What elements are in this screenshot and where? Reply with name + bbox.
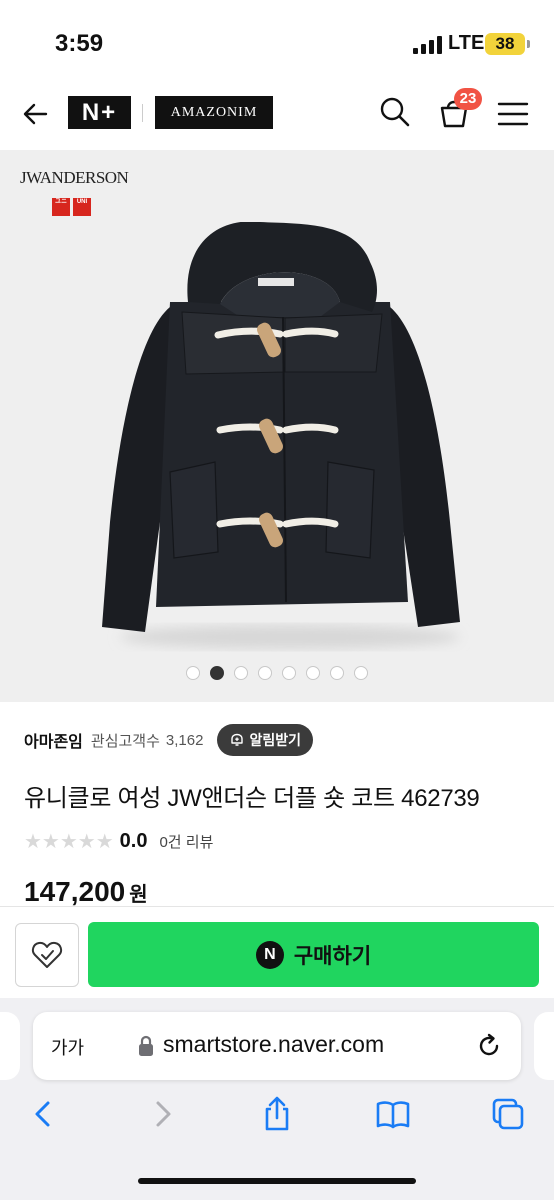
- jw-anderson-logo: JWANDERSON: [20, 168, 129, 187]
- product-title: 유니클로 여성 JW앤더슨 더플 숏 코트 462739: [24, 785, 480, 812]
- npay-icon: N: [255, 940, 284, 969]
- seller-name[interactable]: 아마존임: [24, 728, 83, 752]
- uniqlo-logo: ユニ UNI: [52, 198, 91, 216]
- interest-label: 관심고객수: [90, 732, 160, 750]
- previous-tab-peek[interactable]: [0, 1012, 20, 1080]
- battery-icon: 38: [485, 33, 525, 55]
- alert-subscribe-button[interactable]: 알림받기: [217, 724, 313, 756]
- next-tab-peek[interactable]: [534, 1012, 554, 1080]
- rating-stars-icon: ★★★★★: [24, 830, 114, 853]
- app-header: N+ AMAZONIM 23: [0, 84, 554, 150]
- home-indicator: [138, 1178, 416, 1184]
- gallery-dot[interactable]: [210, 666, 224, 680]
- bookmarks-icon[interactable]: [375, 1096, 411, 1132]
- menu-icon[interactable]: [495, 96, 531, 132]
- product-image-gallery[interactable]: JWANDERSON ユニ UNI: [0, 150, 554, 702]
- safari-browser-chrome: 가가 smartstore.naver.com: [0, 998, 554, 1200]
- cart-count-badge: 23: [454, 88, 482, 110]
- price-unit: 원: [129, 884, 148, 906]
- status-time: 3:59: [55, 30, 104, 57]
- text-size-button[interactable]: 가가: [51, 1034, 84, 1060]
- product-photo-duffle-coat: [102, 222, 460, 649]
- gallery-dot[interactable]: [258, 666, 272, 680]
- purchase-bar: N 구매하기: [0, 906, 554, 998]
- network-type: LTE: [448, 32, 485, 54]
- search-icon[interactable]: [377, 94, 413, 130]
- uniqlo-logo-block: ユニ: [52, 198, 70, 216]
- lock-icon: [139, 1035, 153, 1056]
- forward-chevron-icon[interactable]: [144, 1096, 180, 1132]
- back-chevron-icon[interactable]: [26, 1096, 62, 1132]
- price-value: 147,200: [24, 876, 126, 907]
- review-count-link[interactable]: 0건 리뷰: [159, 831, 213, 852]
- wishlist-button[interactable]: [15, 923, 79, 987]
- heart-check-icon: [31, 941, 63, 968]
- status-bar: 3:59 LTE 38: [0, 0, 554, 84]
- seller-info: 아마존임 관심고객수 3,162 알림받기: [24, 722, 534, 758]
- url-text[interactable]: smartstore.naver.com: [163, 1031, 384, 1058]
- gallery-dot[interactable]: [354, 666, 368, 680]
- nplus-logo[interactable]: N+: [68, 96, 131, 129]
- gallery-dot[interactable]: [282, 666, 296, 680]
- store-logo[interactable]: AMAZONIM: [155, 96, 273, 129]
- address-bar[interactable]: 가가 smartstore.naver.com: [33, 1012, 521, 1080]
- back-arrow-icon[interactable]: [18, 96, 54, 132]
- tabs-icon[interactable]: [490, 1096, 526, 1132]
- bell-plus-icon: [231, 733, 244, 746]
- alert-subscribe-label: 알림받기: [249, 732, 301, 748]
- gallery-dot[interactable]: [330, 666, 344, 680]
- header-divider: [142, 104, 143, 122]
- battery-tip: [527, 40, 530, 48]
- share-icon[interactable]: [259, 1096, 295, 1132]
- gallery-dot[interactable]: [186, 666, 200, 680]
- uniqlo-logo-block: UNI: [73, 198, 91, 216]
- buy-now-button[interactable]: N 구매하기: [88, 922, 539, 987]
- gallery-pagination: [0, 666, 554, 682]
- reload-icon[interactable]: [475, 1032, 503, 1060]
- interest-count: 3,162: [165, 731, 204, 749]
- buy-now-label: 구매하기: [293, 944, 372, 968]
- browser-toolbar: [0, 1090, 554, 1140]
- rating-value: 0.0: [119, 829, 148, 852]
- rating-row: ★★★★★ 0.0 0건 리뷰: [24, 828, 213, 854]
- signal-icon: [413, 36, 442, 54]
- gallery-dot[interactable]: [306, 666, 320, 680]
- gallery-dot[interactable]: [234, 666, 248, 680]
